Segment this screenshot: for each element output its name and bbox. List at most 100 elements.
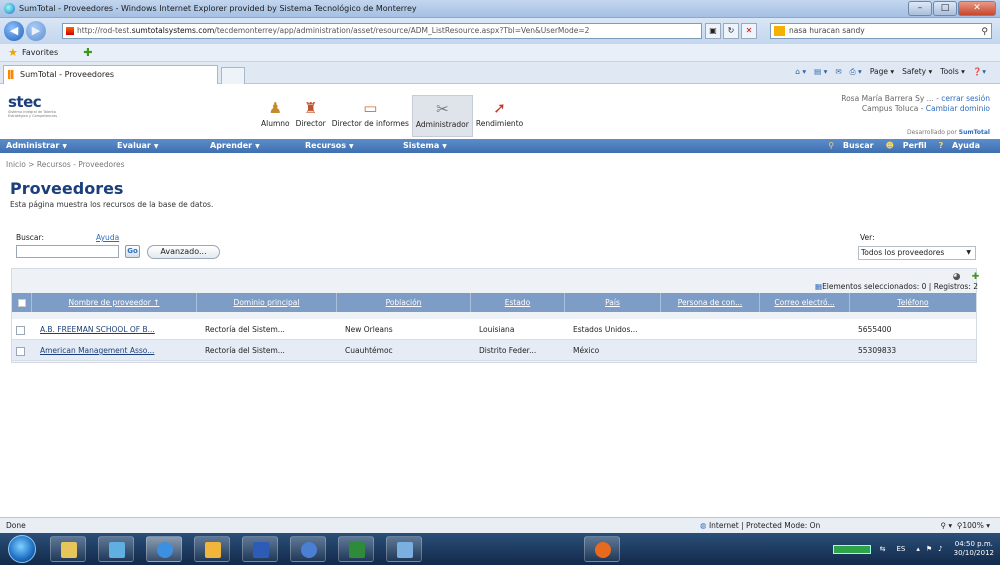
tools-menu[interactable]: Tools ▾ (940, 67, 965, 77)
add-favorite-icon[interactable]: ✚ (80, 46, 96, 60)
start-button[interactable] (8, 535, 36, 563)
row-checkbox[interactable] (12, 340, 32, 361)
main-menu-bar: Administrar ▼ Evaluar ▼ Aprender ▼ Recursos… (0, 139, 1000, 153)
address-buttons: ▣ ↻ ✕ (705, 23, 759, 39)
role-administrador[interactable]: ✂ Administrador (411, 95, 473, 137)
column-header[interactable]: País (565, 293, 661, 312)
url-domain: sumtotalsystems.com (131, 26, 215, 35)
zoom-control[interactable]: ⚲ ▾ ⚲100% ▾ (940, 518, 990, 533)
export-icon[interactable]: ◕ (950, 272, 963, 282)
menu-evaluar[interactable]: Evaluar ▼ (117, 140, 158, 153)
outlook-taskbar-icon[interactable] (194, 536, 230, 562)
select-all-checkbox[interactable] (12, 293, 32, 312)
internet-explorer-taskbar-icon[interactable] (146, 536, 182, 562)
column-header[interactable]: Estado (471, 293, 565, 312)
security-zone[interactable]: ◍ Internet | Protected Mode: On (700, 518, 820, 533)
role-rendimiento[interactable]: ➚ Rendimiento (473, 99, 526, 137)
menu-recursos[interactable]: Recursos ▼ (305, 140, 354, 153)
role-label: Alumno (261, 119, 290, 128)
browser-tab[interactable]: SumTotal - Proveedores (3, 65, 218, 84)
buscar-link[interactable]: ⚲ Buscar (822, 140, 873, 152)
mail-icon[interactable]: ✉ (835, 67, 841, 77)
page-menu[interactable]: Page ▾ (870, 67, 894, 77)
people-taskbar-icon[interactable] (98, 536, 134, 562)
back-button[interactable]: ◀ (4, 21, 24, 41)
tray-arrow-icon[interactable]: ▴ (916, 545, 920, 553)
view-select[interactable]: Todos los proveedores ▼ (858, 246, 976, 260)
column-header[interactable]: Teléfono (850, 293, 976, 312)
ayuda-link[interactable]: ? Ayuda (933, 140, 980, 152)
provider-name-link[interactable]: A.B. FREEMAN SCHOOL OF B... (32, 319, 197, 340)
safety-menu[interactable]: Safety ▾ (902, 67, 932, 77)
star-icon: ★ (8, 46, 18, 59)
role-alumno[interactable]: ♟ Alumno (258, 99, 293, 137)
clock[interactable]: 04:50 p.m. 30/10/2012 (954, 540, 994, 558)
minimize-button[interactable]: – (908, 1, 932, 16)
tab-row: SumTotal - Proveedores ⌂ ▾ ▤ ▾ ✉ ⎙ ▾ Pag… (0, 62, 1000, 84)
paint-taskbar-icon[interactable] (386, 536, 422, 562)
search-label: Buscar: (16, 233, 45, 242)
logout-link[interactable]: cerrar sesión (941, 94, 990, 103)
command-bar: ⌂ ▾ ▤ ▾ ✉ ⎙ ▾ Page ▾ Safety ▾ Tools ▾ ❓▾ (787, 67, 986, 77)
table-cell: Cuauhtémoc (345, 346, 393, 355)
word-taskbar-icon[interactable] (242, 536, 278, 562)
chevron-down-icon: ▼ (255, 143, 260, 150)
app-header: stec Sistema Integral de Talento Estratég… (0, 85, 1000, 139)
role-director-informes[interactable]: ▭ Director de informes (329, 99, 412, 137)
column-header[interactable]: Correo electró... (760, 293, 850, 312)
change-domain-link[interactable]: Cambiar dominio (926, 104, 990, 113)
language-indicator[interactable]: ES (897, 545, 906, 553)
compatibility-icon[interactable]: ▣ (705, 23, 721, 39)
grid-toolbar: ◕ ✚ (944, 272, 982, 282)
flag-icon[interactable]: ⚑ (926, 545, 932, 553)
tab-title: SumTotal - Proveedores (20, 70, 115, 79)
volume-icon[interactable]: ♪ (938, 545, 942, 553)
advanced-search-button[interactable]: Avanzado... (147, 245, 220, 259)
refresh-icon[interactable]: ↻ (723, 23, 739, 39)
media-player-taskbar-icon[interactable] (290, 536, 326, 562)
window-title-bar: SumTotal - Proveedores - Windows Interne… (0, 0, 1000, 18)
perfil-link[interactable]: ☻ Perfil (880, 140, 927, 152)
forward-button[interactable]: ▶ (26, 21, 46, 41)
address-field[interactable]: http://rod-test.sumtotalsystems.com/tecd… (62, 23, 702, 39)
chevron-down-icon: ▼ (349, 143, 354, 150)
row-checkbox[interactable] (12, 319, 32, 340)
zoom-level: 100% (962, 521, 984, 530)
column-header[interactable]: Persona de con... (661, 293, 760, 312)
column-header[interactable]: Población (337, 293, 471, 312)
stop-icon[interactable]: ✕ (741, 23, 757, 39)
browser-search-input[interactable]: nasa huracan sandy ⚲ (770, 23, 992, 39)
close-window-button[interactable]: ✕ (958, 1, 996, 16)
zone-text: Internet | Protected Mode: On (708, 521, 821, 530)
menu-label: Administrar (6, 141, 60, 150)
provider-name-link[interactable]: American Management Asso... (32, 340, 197, 361)
help-icon[interactable]: ❓▾ (973, 67, 986, 77)
menu-label: Aprender (210, 141, 253, 150)
go-button[interactable]: Go (125, 245, 140, 258)
print-icon[interactable]: ⎙ ▾ (850, 67, 862, 77)
address-bar-row: ◀ ▶ http://rod-test.sumtotalsystems.com/… (0, 18, 1000, 44)
menu-administrar[interactable]: Administrar ▼ (6, 140, 67, 153)
battery-icon[interactable] (832, 544, 871, 554)
maximize-button[interactable]: □ (933, 1, 957, 16)
search-input[interactable] (16, 245, 119, 258)
search-icon[interactable]: ⚲ (981, 25, 988, 39)
home-icon[interactable]: ⌂ ▾ (795, 67, 806, 77)
globe-icon: ◍ (700, 521, 707, 530)
chevron-down-icon: ▼ (966, 249, 971, 256)
table-cell (760, 340, 850, 361)
role-director[interactable]: ♜ Director (293, 99, 329, 137)
menu-aprender[interactable]: Aprender ▼ (210, 140, 260, 153)
excel-taskbar-icon[interactable] (338, 536, 374, 562)
firefox-taskbar-icon[interactable] (584, 536, 620, 562)
feeds-icon[interactable]: ▤ ▾ (814, 67, 827, 77)
menu-sistema[interactable]: Sistema ▼ (403, 140, 447, 153)
column-header[interactable]: Nombre de proveedor ↑ (32, 293, 197, 312)
help-link[interactable]: Ayuda (96, 233, 119, 242)
network-icon[interactable]: ⇆ (880, 545, 886, 553)
explorer-taskbar-icon[interactable] (50, 536, 86, 562)
column-header[interactable]: Dominio principal (197, 293, 337, 312)
favorites-button[interactable]: ★ Favorites (6, 46, 63, 60)
add-icon[interactable]: ✚ (969, 272, 982, 282)
new-tab-button[interactable] (221, 67, 245, 84)
